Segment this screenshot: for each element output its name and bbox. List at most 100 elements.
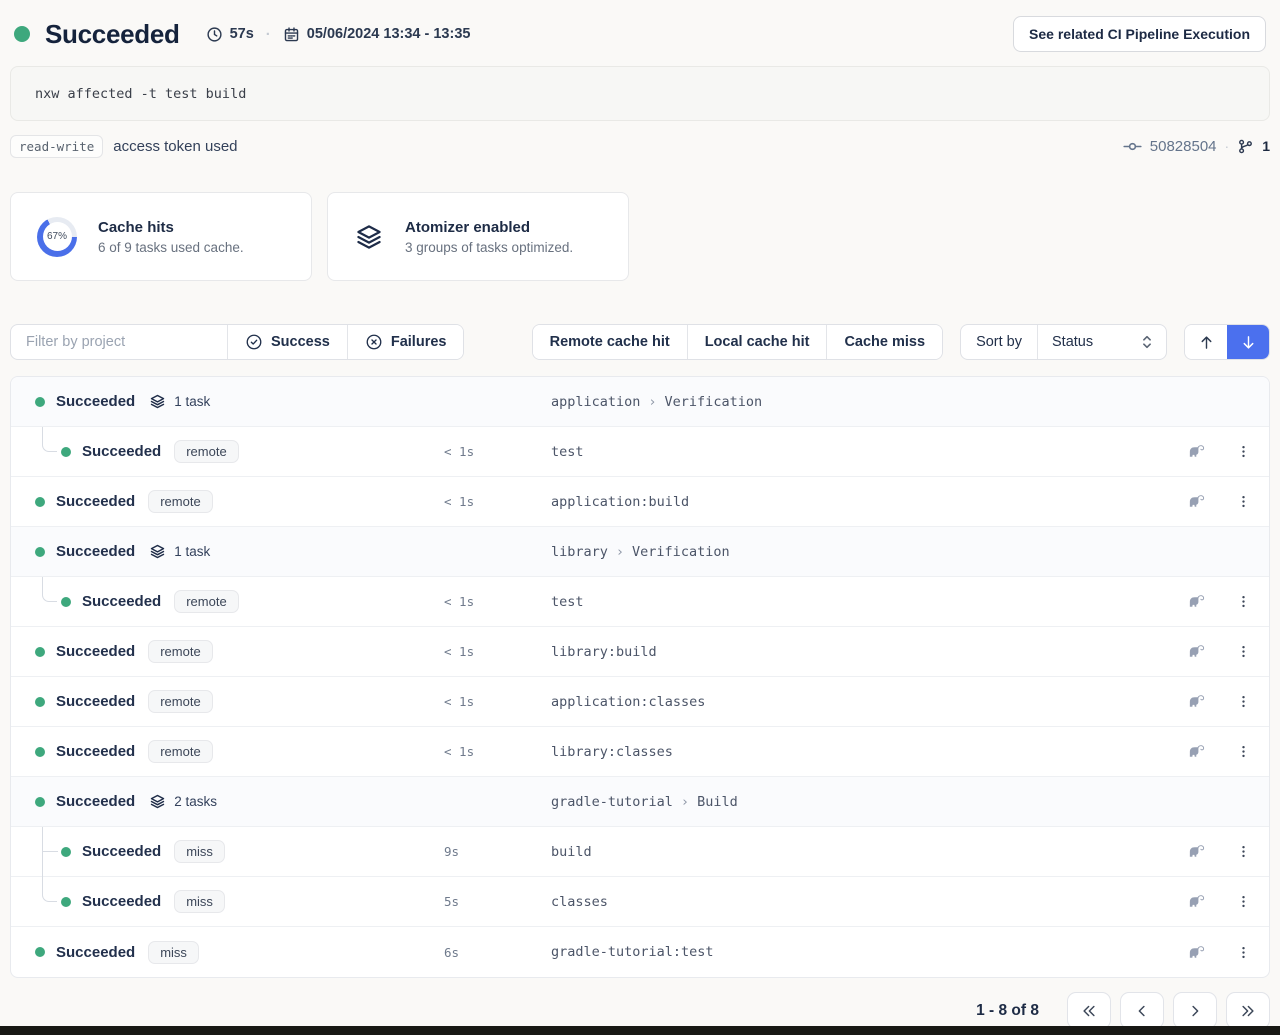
calendar-icon (283, 26, 300, 43)
row-task-name: library:build (551, 644, 1183, 660)
target-group-name: Verification (632, 544, 730, 560)
row-menu-button[interactable] (1232, 639, 1255, 664)
gradle-task-button[interactable] (1183, 939, 1210, 966)
atomizer-card[interactable]: Atomizer enabled 3 groups of tasks optim… (327, 192, 629, 281)
pagination: 1 - 8 of 8 (10, 992, 1270, 1029)
cache-status-badge: remote (148, 640, 212, 663)
kebab-menu-icon (1236, 493, 1251, 510)
task-row[interactable]: Succeededremote< 1slibrary:build (11, 627, 1269, 677)
status-dot (35, 497, 45, 507)
task-group-row[interactable]: Succeeded1 taskapplication›Verification (11, 377, 1269, 427)
project-filter-group: Success Failures (10, 324, 464, 360)
gradle-task-button[interactable] (1183, 588, 1210, 615)
gradle-task-button[interactable] (1183, 838, 1210, 865)
row-task-name: test (551, 444, 1183, 460)
task-group-row[interactable]: Succeeded2 tasksgradle-tutorial›Build (11, 777, 1269, 827)
gradle-elephant-icon (1187, 943, 1206, 962)
row-menu-button[interactable] (1232, 589, 1255, 614)
row-status-cell: Succeededremote (11, 490, 444, 513)
cache-status-badge: remote (174, 440, 238, 463)
sort-ascending-button[interactable] (1185, 325, 1227, 359)
kebab-menu-icon (1236, 893, 1251, 910)
row-menu-button[interactable] (1232, 839, 1255, 864)
kebab-menu-icon (1236, 443, 1251, 460)
card-title: Cache hits (98, 219, 244, 236)
meta-separator: · (266, 26, 271, 43)
row-status-label: Succeeded (82, 893, 161, 910)
row-status-cell: Succeededremote (11, 740, 444, 763)
status-dot (35, 747, 45, 757)
row-menu-button[interactable] (1232, 889, 1255, 914)
task-row[interactable]: Succeededremote< 1sapplication:classes (11, 677, 1269, 727)
token-row: read-write access token used 50828504 · … (10, 134, 1270, 158)
status-dot (35, 947, 45, 957)
task-row[interactable]: Succeededmiss5sclasses (11, 877, 1269, 927)
task-count-label: 2 tasks (174, 794, 217, 809)
remote-cache-hit-button[interactable]: Remote cache hit (533, 325, 687, 359)
kebab-menu-icon (1236, 944, 1251, 961)
row-menu-button[interactable] (1232, 739, 1255, 764)
row-task-name: build (551, 844, 1183, 860)
task-row[interactable]: Succeededremote< 1slibrary:classes (11, 727, 1269, 777)
gradle-task-button[interactable] (1183, 638, 1210, 665)
row-target: application›Verification (551, 394, 1269, 410)
failures-filter-button[interactable]: Failures (348, 325, 464, 359)
kebab-menu-icon (1236, 693, 1251, 710)
vcs-info: 50828504 · 1 (1123, 137, 1270, 156)
last-page-button[interactable] (1226, 992, 1270, 1029)
row-menu-button[interactable] (1232, 940, 1255, 965)
cache-hits-card[interactable]: 67% Cache hits 6 of 9 tasks used cache. (10, 192, 312, 281)
project-filter-input[interactable] (11, 325, 227, 359)
gradle-elephant-icon (1187, 892, 1206, 911)
row-menu-button[interactable] (1232, 689, 1255, 714)
task-row[interactable]: Succeededremote< 1stest (11, 427, 1269, 477)
card-subtitle: 3 groups of tasks optimized. (405, 240, 573, 255)
chevron-separator: › (616, 544, 624, 560)
task-group-row[interactable]: Succeeded1 tasklibrary›Verification (11, 527, 1269, 577)
clock-icon (206, 26, 223, 43)
row-status-cell: Succeeded remote (11, 440, 444, 463)
sort-descending-button[interactable] (1227, 325, 1269, 359)
row-status-label: Succeeded (82, 443, 161, 460)
next-page-button[interactable] (1173, 992, 1217, 1029)
x-circle-icon (365, 333, 383, 351)
status-dot (35, 647, 45, 657)
gradle-elephant-icon (1187, 692, 1206, 711)
gradle-task-button[interactable] (1183, 488, 1210, 515)
card-title: Atomizer enabled (405, 219, 573, 236)
chevron-updown-icon (1140, 334, 1154, 350)
task-row[interactable]: Succeededmiss9sbuild (11, 827, 1269, 877)
status-dot (35, 797, 45, 807)
gradle-task-button[interactable] (1183, 438, 1210, 465)
run-status-dot (14, 26, 30, 42)
row-status-cell: Succeededmiss (11, 840, 444, 863)
task-row[interactable]: Succeededremote< 1sapplication:build (11, 477, 1269, 527)
cache-status-badge: miss (148, 941, 199, 964)
arrow-down-icon (1240, 334, 1257, 351)
chevrons-left-icon (1080, 1002, 1098, 1020)
row-menu-button[interactable] (1232, 489, 1255, 514)
cache-miss-button[interactable]: Cache miss (827, 325, 942, 359)
status-dot (35, 547, 45, 557)
commit-id[interactable]: 50828504 (1150, 138, 1217, 155)
row-status-label: Succeeded (82, 843, 161, 860)
command-box: nxw affected -t test build (10, 66, 1270, 121)
gradle-task-button[interactable] (1183, 688, 1210, 715)
run-header: Succeeded 57s · 05/06/2024 13:34 - 13:35… (0, 0, 1280, 52)
gradle-task-button[interactable] (1183, 738, 1210, 765)
sort-select[interactable]: Status (1038, 325, 1166, 359)
row-duration: 6s (444, 945, 551, 960)
arrow-up-icon (1198, 334, 1215, 351)
pagination-range-label: 1 - 8 of 8 (976, 1002, 1039, 1020)
row-menu-button[interactable] (1232, 439, 1255, 464)
page-title: Succeeded (45, 19, 180, 50)
see-related-pipeline-button[interactable]: See related CI Pipeline Execution (1013, 16, 1266, 52)
task-row[interactable]: Succeededmiss6sgradle-tutorial:test (11, 927, 1269, 977)
task-row[interactable]: Succeededremote< 1stest (11, 577, 1269, 627)
success-filter-button[interactable]: Success (228, 325, 347, 359)
local-cache-hit-button[interactable]: Local cache hit (688, 325, 827, 359)
previous-page-button[interactable] (1120, 992, 1164, 1029)
first-page-button[interactable] (1067, 992, 1111, 1029)
gradle-elephant-icon (1187, 442, 1206, 461)
gradle-task-button[interactable] (1183, 888, 1210, 915)
